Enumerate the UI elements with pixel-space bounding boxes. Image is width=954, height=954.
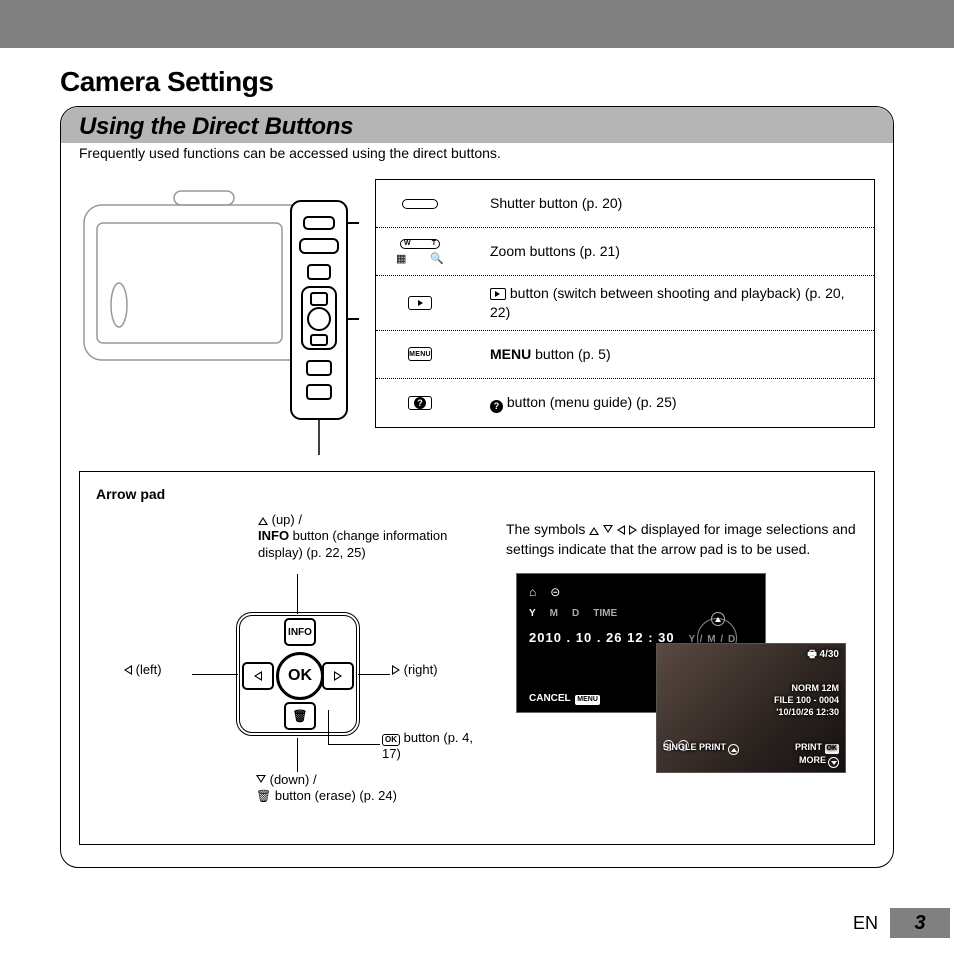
guide-text: ? button (menu guide) (p. 25) bbox=[490, 393, 677, 413]
zoom-subicons: ▦🔍 bbox=[396, 252, 444, 265]
screen1-top-icons: ⌂⊝ bbox=[529, 584, 753, 601]
symbols-explain: The symbols displayed for image selectio… bbox=[506, 520, 858, 559]
page-title: Camera Settings bbox=[60, 66, 894, 98]
header-strip bbox=[0, 0, 954, 48]
play-inline-icon bbox=[490, 288, 506, 300]
camera-illustration bbox=[79, 175, 359, 455]
row-shutter: Shutter button (p. 20) bbox=[376, 180, 874, 228]
guide-icon: ? bbox=[408, 396, 432, 410]
shutter-text: Shutter button (p. 20) bbox=[490, 194, 622, 213]
arrow-pad-box: Arrow pad (up) / INFO button (change inf… bbox=[79, 471, 875, 845]
pad-center: INFO OK bbox=[236, 612, 360, 736]
page-footer: EN 3 bbox=[853, 908, 954, 938]
footer-page: 3 bbox=[890, 908, 950, 938]
triangle-up-icon bbox=[258, 517, 268, 525]
sym-down-icon bbox=[603, 525, 613, 533]
sym-up-icon bbox=[589, 527, 599, 535]
zoom-icon: W T bbox=[400, 239, 440, 249]
arrow-pad-title: Arrow pad bbox=[96, 486, 858, 502]
sym-right-icon bbox=[629, 525, 637, 535]
playback-text: button (switch between shooting and play… bbox=[490, 284, 860, 322]
shutter-icon bbox=[402, 199, 438, 209]
ok-inline-icon: OK bbox=[382, 734, 400, 746]
label-down: (down) / button (erase) (p. 24) bbox=[256, 772, 476, 805]
main-box: Using the Direct Buttons Frequently used… bbox=[60, 106, 894, 868]
section-title: Using the Direct Buttons bbox=[79, 113, 875, 141]
right-button[interactable] bbox=[322, 662, 354, 690]
trash-inline-icon bbox=[256, 788, 271, 803]
triangle-down-icon bbox=[256, 775, 266, 783]
label-up: (up) / INFO button (change information d… bbox=[258, 512, 478, 561]
sym-left-icon bbox=[617, 525, 625, 535]
menu-text: MENU button (p. 5) bbox=[490, 345, 611, 364]
q-inline-icon: ? bbox=[490, 400, 503, 413]
row-guide: ? ? button (menu guide) (p. 25) bbox=[376, 379, 874, 427]
zoom-text: Zoom buttons (p. 21) bbox=[490, 242, 620, 261]
button-table: Shutter button (p. 20) W T ▦🔍 Zoom butto… bbox=[375, 179, 875, 428]
triangle-left-icon bbox=[124, 665, 132, 675]
row-playback: button (switch between shooting and play… bbox=[376, 276, 874, 331]
ok-button[interactable]: OK bbox=[276, 652, 324, 700]
footer-lang: EN bbox=[853, 913, 878, 934]
label-ok: OK button (p. 4, 17) bbox=[382, 730, 492, 763]
label-right: (right) bbox=[392, 662, 438, 678]
label-left: (left) bbox=[124, 662, 162, 678]
triangle-right-icon bbox=[392, 665, 400, 675]
erase-button[interactable] bbox=[284, 702, 316, 730]
left-button[interactable] bbox=[242, 662, 274, 690]
intro-text: Frequently used functions can be accesse… bbox=[61, 143, 893, 175]
lcd-print-screen: 🖶 4/30 NORM 12M FILE 100 - 0004 '10/10/2… bbox=[656, 643, 846, 773]
row-menu: MENU MENU button (p. 5) bbox=[376, 331, 874, 379]
playback-icon bbox=[408, 296, 432, 310]
info-button[interactable]: INFO bbox=[284, 618, 316, 646]
row-zoom: W T ▦🔍 Zoom buttons (p. 21) bbox=[376, 228, 874, 276]
arrow-pad-diagram: (up) / INFO button (change information d… bbox=[96, 512, 476, 822]
menu-icon: MENU bbox=[408, 347, 432, 361]
